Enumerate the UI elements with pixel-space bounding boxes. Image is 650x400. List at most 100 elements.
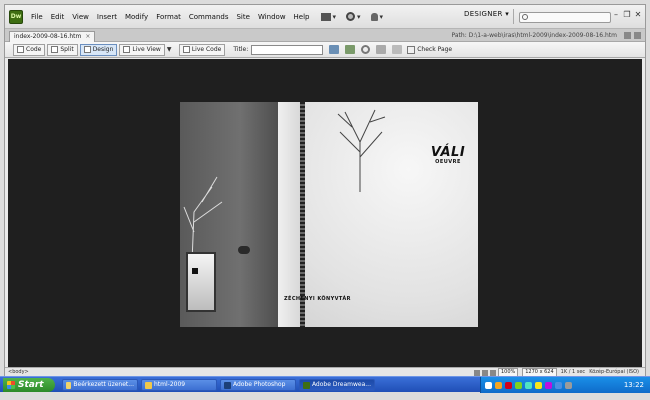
live-view-icon xyxy=(123,46,131,53)
task-label: html-2009 xyxy=(154,381,186,388)
menu-site[interactable]: Site xyxy=(232,5,253,29)
document-close-icon[interactable] xyxy=(634,32,641,39)
menu-bar: Dw File Edit View Insert Modify Format C… xyxy=(5,5,645,29)
menu-window[interactable]: Window xyxy=(254,5,290,29)
status-bar: <body> 100% 1270 x 624 1K / 1 sec Közép-… xyxy=(5,367,645,377)
tray-icon[interactable] xyxy=(505,381,512,389)
menu-format[interactable]: Format xyxy=(152,5,185,29)
preview-browser-icon[interactable] xyxy=(345,45,356,54)
close-button[interactable]: ✕ xyxy=(633,10,643,20)
windows-taskbar: Start Beérkezett üzenet... html-2009 Ado… xyxy=(0,376,650,393)
extend-button[interactable]: ▾ xyxy=(343,10,364,24)
snowbank xyxy=(278,102,300,327)
menu-help[interactable]: Help xyxy=(290,5,314,29)
mail-icon xyxy=(66,381,72,389)
vali-logo-text: VÁLI xyxy=(430,145,466,160)
tray-icon[interactable] xyxy=(525,381,532,389)
layout-button[interactable]: ▾ xyxy=(318,10,340,24)
tray-icon[interactable] xyxy=(545,381,552,389)
search-icon xyxy=(522,14,528,20)
folder-icon xyxy=(145,381,152,389)
dreamweaver-logo: Dw xyxy=(9,9,23,24)
menu-insert[interactable]: Insert xyxy=(93,5,121,29)
start-button[interactable]: Start xyxy=(3,378,55,392)
file-management-icon[interactable] xyxy=(329,45,340,54)
visual-aids-icon[interactable] xyxy=(376,45,387,54)
task-label: Adobe Dreamwea... xyxy=(311,381,371,388)
code-view-button[interactable]: Code xyxy=(13,43,46,56)
dreamweaver-window: Dw File Edit View Insert Modify Format C… xyxy=(4,4,646,377)
path-tools xyxy=(621,32,641,39)
check-page-icon xyxy=(407,45,416,54)
menu-modify[interactable]: Modify xyxy=(121,5,152,29)
document-toolbar: Code Split Design Live View ▼ Live Code … xyxy=(5,42,645,58)
menu-file[interactable]: File xyxy=(27,5,47,29)
task-label: Adobe Photoshop xyxy=(233,381,286,388)
clock: 13:22 xyxy=(623,381,644,389)
title-input[interactable] xyxy=(251,44,324,55)
gear-icon xyxy=(346,12,356,21)
document-tab-bar: index-2009-08-16.htm × Path: D:\1-a-web\i… xyxy=(5,29,645,42)
task-mail[interactable]: Beérkezett üzenet... xyxy=(62,379,138,391)
design-canvas[interactable]: VÁLI OEUVRE ZÉCHENYI KÖNYVTÁR xyxy=(8,59,642,368)
menu-commands[interactable]: Commands xyxy=(185,5,233,29)
hand-tool-icon[interactable] xyxy=(481,369,488,376)
split-icon xyxy=(51,46,59,53)
user-icon xyxy=(370,12,378,21)
photoshop-icon xyxy=(224,381,231,389)
design-label: Design xyxy=(92,45,114,53)
main-menu: File Edit View Insert Modify Format Comm… xyxy=(27,5,314,29)
dog-figure xyxy=(238,246,250,254)
restore-button[interactable]: ❐ xyxy=(622,10,632,20)
tree-illustration xyxy=(337,109,386,192)
check-page-button[interactable]: Check Page xyxy=(407,45,452,54)
live-code-button[interactable]: Live Code xyxy=(178,43,226,56)
task-label: Beérkezett üzenet... xyxy=(73,381,134,388)
tray-icon[interactable] xyxy=(555,381,562,389)
task-photoshop[interactable]: Adobe Photoshop xyxy=(220,379,296,391)
help-search-input[interactable] xyxy=(519,12,611,23)
tray-icon[interactable] xyxy=(495,381,502,389)
dreamweaver-icon xyxy=(303,381,310,389)
document-tab[interactable]: index-2009-08-16.htm × xyxy=(9,31,96,42)
validate-icon[interactable] xyxy=(392,45,403,54)
gate xyxy=(186,252,216,312)
tray-icon[interactable] xyxy=(565,381,572,389)
task-folder[interactable]: html-2009 xyxy=(141,379,217,391)
menu-tools: ▾ ▾ ▾ xyxy=(318,10,391,24)
page-image[interactable]: VÁLI OEUVRE ZÉCHENYI KÖNYVTÁR xyxy=(180,102,478,327)
vali-logo: VÁLI OEUVRE xyxy=(428,146,468,165)
tray-icon[interactable] xyxy=(485,381,492,389)
tray-icon[interactable] xyxy=(535,381,542,389)
windows-flag-icon xyxy=(7,381,15,389)
window-controls: – ❐ ✕ xyxy=(610,10,643,20)
image-caption: ZÉCHENYI KÖNYVTÁR xyxy=(284,296,351,302)
document-restore-icon[interactable] xyxy=(624,32,631,39)
divider xyxy=(513,9,514,24)
live-view-dropdown[interactable]: ▼ xyxy=(167,44,175,56)
tray-icon[interactable] xyxy=(515,381,522,389)
code-label: Code xyxy=(26,45,42,53)
menu-edit[interactable]: Edit xyxy=(47,5,69,29)
menu-view[interactable]: View xyxy=(68,5,93,29)
workspace-switcher[interactable]: DESIGNER xyxy=(464,10,509,18)
zoom-tool-icon[interactable] xyxy=(489,369,496,376)
task-dreamweaver[interactable]: Adobe Dreamwea... xyxy=(299,379,375,391)
select-tool-icon[interactable] xyxy=(473,369,480,376)
live-view-label: Live View xyxy=(132,45,161,53)
close-tab-icon[interactable]: × xyxy=(85,33,90,40)
site-button[interactable]: ▾ xyxy=(368,10,387,24)
design-view-button[interactable]: Design xyxy=(79,43,118,56)
live-code-icon xyxy=(182,46,190,53)
live-code-label: Live Code xyxy=(191,45,222,53)
layout-icon xyxy=(320,12,331,21)
split-label: Split xyxy=(60,45,74,53)
code-icon xyxy=(17,46,24,53)
design-icon xyxy=(83,46,91,53)
refresh-icon[interactable] xyxy=(361,45,371,54)
minimize-button[interactable]: – xyxy=(611,10,621,20)
small-tree-illustration xyxy=(183,176,223,262)
live-view-button[interactable]: Live View xyxy=(119,43,165,56)
start-label: Start xyxy=(18,380,44,390)
split-view-button[interactable]: Split xyxy=(47,43,78,56)
